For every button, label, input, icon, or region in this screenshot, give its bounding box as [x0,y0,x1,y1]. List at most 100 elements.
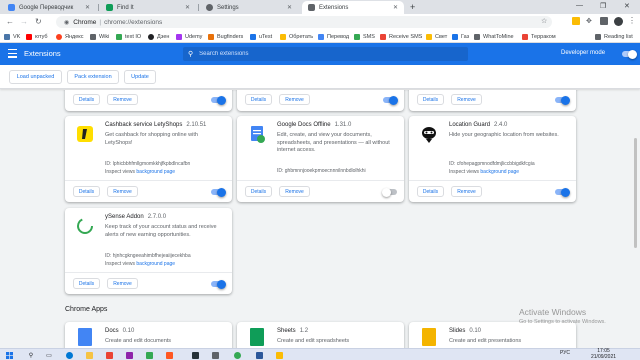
search-icon[interactable]: ⚲ [26,351,36,359]
maximize-icon[interactable]: ❐ [600,2,606,10]
extension-icon[interactable] [572,17,580,25]
details-button[interactable]: Details [73,94,100,105]
bookmark[interactable]: SMS [354,32,375,41]
close-icon[interactable]: ✕ [185,4,190,11]
bookmark[interactable]: uTest [250,32,272,41]
tab-google-translate[interactable]: Google Переводчик ✕ [2,1,96,14]
minimize-icon[interactable]: — [576,2,583,9]
search-input[interactable] [199,51,440,57]
enable-toggle[interactable] [211,279,226,289]
app-icon[interactable] [124,351,134,359]
tray-lang[interactable]: РУС [560,350,570,356]
address-bar[interactable]: ◉ Chrome | chrome://extensions [56,16,552,28]
google-docs-offline-icon [251,126,265,143]
remove-button[interactable]: Remove [107,94,138,105]
enable-toggle[interactable] [555,95,570,105]
details-button[interactable]: Details [245,94,272,105]
media-icon[interactable] [600,17,608,25]
enable-toggle[interactable] [211,187,226,197]
bookmark[interactable]: Перевод [318,32,349,41]
reload-icon[interactable]: ↻ [35,17,42,27]
inspect-views: Inspect views background page [105,169,176,175]
remove-button[interactable]: Remove [451,94,482,105]
clock[interactable]: 17:05 21/09/2021 [591,348,616,360]
bookmark[interactable]: Bugfinders [208,32,243,41]
details-button[interactable]: Details [417,186,444,197]
background-page-link[interactable]: background page [136,169,175,175]
details-button[interactable]: Details [73,278,100,289]
extension-id: ID: hjnhcgkngeeahimbfhejeaiijecekhba [105,253,191,259]
bookmark[interactable]: WhatToMine [474,32,514,41]
remove-button[interactable]: Remove [279,94,310,105]
bookmark[interactable]: Газ [452,32,469,41]
bookmark[interactable]: Udemy [176,32,202,41]
load-unpacked-button[interactable]: Load unpacked [9,70,62,84]
edge-icon[interactable] [64,351,74,359]
app-icon[interactable] [190,351,200,359]
windows-start-icon[interactable] [4,351,14,359]
bookmark[interactable]: text IO [116,32,141,41]
bookmark[interactable]: Яндекс [56,32,84,41]
developer-mode-toggle[interactable] [622,49,637,59]
close-icon[interactable]: ✕ [287,4,292,11]
chrome-icon[interactable] [232,351,242,359]
star-icon[interactable]: ☆ [541,17,547,25]
bookmark[interactable]: Дзен [148,32,169,41]
back-icon[interactable]: ← [6,17,14,27]
bookmark-icon [522,33,528,40]
app-icon[interactable] [104,351,114,359]
background-page-link[interactable]: background page [136,261,175,267]
background-page-link[interactable]: background page [480,169,519,175]
tab-label: Find It [117,4,134,11]
details-button[interactable]: Details [73,186,100,197]
close-icon[interactable]: ✕ [85,4,90,11]
pack-extension-button[interactable]: Pack extension [67,70,119,84]
system-tray[interactable]: РУС [560,350,570,356]
app-icon[interactable] [144,351,154,359]
enable-toggle[interactable] [211,95,226,105]
enable-toggle[interactable] [382,187,397,197]
extension-description: Hide your geographic location from websi… [449,132,559,138]
puzzle-icon[interactable]: ✥ [586,17,592,25]
file-explorer-icon[interactable] [84,351,94,359]
plus-icon[interactable]: + [410,2,415,12]
close-icon[interactable]: ✕ [393,4,398,11]
bookmark[interactable]: Свет [426,32,447,41]
search-box[interactable]: ⚲ [183,47,468,61]
tab-extensions[interactable]: Extensions ✕ [302,1,404,14]
app-icon[interactable] [210,351,220,359]
google-translate-icon [8,4,15,11]
tab-find-it[interactable]: Find It ✕ [100,1,196,14]
remove-button[interactable]: Remove [451,186,482,197]
task-view-icon[interactable]: ▭ [44,351,54,359]
details-button[interactable]: Details [245,186,272,197]
update-button[interactable]: Update [124,70,156,84]
bookmark[interactable]: ютуб [26,32,48,41]
menu-icon[interactable] [8,49,17,58]
scrollbar[interactable] [633,90,638,348]
browser-toolbar: ← → ↻ ◉ Chrome | chrome://extensions ☆ ✥… [0,14,640,30]
bookmark[interactable]: Wiki [90,32,109,41]
reading-list[interactable]: Reading list [595,32,633,41]
close-window-icon[interactable]: ✕ [624,2,630,10]
more-icon[interactable]: ⋮ [628,16,636,25]
bookmark[interactable]: VK [4,32,20,41]
app-icon[interactable] [164,351,174,359]
tab-label: Settings [217,4,239,11]
bookmark[interactable]: Receive SMS [380,32,422,41]
avatar[interactable] [614,17,623,26]
remove-button[interactable]: Remove [107,278,138,289]
forward-icon[interactable]: → [20,17,28,27]
bookmark[interactable]: Обретать [280,32,313,41]
remove-button[interactable]: Remove [279,186,310,197]
tab-settings[interactable]: Settings ✕ [200,1,298,14]
details-button[interactable]: Details [417,94,444,105]
remove-button[interactable]: Remove [107,186,138,197]
bookmark[interactable]: Терраком [522,32,556,41]
dzen-icon [148,33,154,40]
word-icon[interactable] [254,351,264,359]
extension-card-google-docs-offline: Google Docs Offline 1.31.0 Edit, create, … [237,116,404,202]
enable-toggle[interactable] [383,95,398,105]
app-icon[interactable] [274,351,284,359]
enable-toggle[interactable] [555,187,570,197]
